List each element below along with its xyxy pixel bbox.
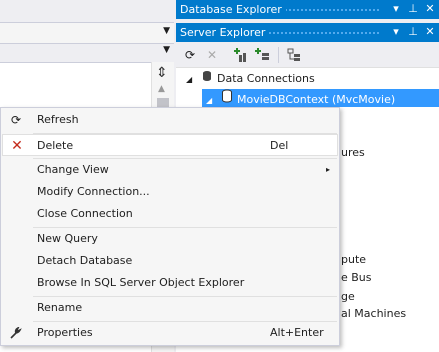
connect-to-server-icon[interactable] — [254, 47, 270, 63]
tree-item-partial-label: e Bus — [341, 271, 372, 284]
menu-item-new-query[interactable]: New Query — [2, 228, 338, 250]
moviedbcontext-label: MovieDBContext (MvcMovie) — [237, 93, 396, 106]
submenu-arrow-icon: ▸ — [325, 165, 330, 174]
server-explorer-title-bar[interactable]: Server Explorer ▾ ⊥ ✕ — [176, 23, 439, 42]
server-explorer-toolbar: ⟳ ✕ — [176, 42, 439, 68]
scroll-up-icon[interactable]: ▲ — [158, 84, 165, 94]
tree-item-data-connections[interactable]: ◢ Data Connections — [186, 70, 315, 88]
menu-item-refresh[interactable]: ⟳ Refresh — [2, 109, 338, 131]
menu-item-shortcut: Alt+Enter — [270, 326, 324, 339]
view-properties-icon[interactable] — [286, 47, 302, 63]
tree-item-moviedbcontext[interactable]: ◢ MovieDBContext (MvcMovie) — [202, 89, 439, 107]
menu-item-label: New Query — [37, 232, 98, 245]
menu-item-delete[interactable]: ✕ Delete Del — [2, 134, 338, 156]
menu-item-label: Browse In SQL Server Object Explorer — [37, 276, 245, 289]
menu-item-browse-sql-server-object-explorer[interactable]: Browse In SQL Server Object Explorer — [2, 272, 338, 294]
menu-item-detach-database[interactable]: Detach Database — [2, 250, 338, 272]
tree-item-partial-label: ge — [341, 290, 355, 303]
menu-item-label: Change View — [37, 163, 109, 176]
split-handle-icon[interactable]: ⇕ — [156, 66, 168, 80]
tree-item-partial-label: al Machines — [341, 307, 407, 320]
context-menu: ⟳ Refresh ✕ Delete Del Change View ▸ Mod… — [0, 107, 340, 346]
toolbar-separator — [278, 47, 279, 63]
close-icon[interactable]: ✕ — [425, 25, 435, 39]
expanded-arrow-icon[interactable]: ◢ — [186, 71, 196, 89]
server-explorer-title: Server Explorer — [180, 26, 270, 39]
editor-top-area — [0, 0, 174, 22]
menu-item-label: Delete — [37, 139, 74, 152]
window-position-dropdown-icon[interactable]: ▾ — [391, 2, 401, 16]
menu-item-rename[interactable]: Rename — [2, 297, 338, 319]
database-explorer-title: Database Explorer — [180, 3, 286, 16]
chevron-down-icon[interactable]: ▼ — [163, 26, 170, 36]
menu-item-label: Close Connection — [37, 207, 133, 220]
menu-item-shortcut: Del — [270, 139, 289, 152]
menu-item-label: Detach Database — [37, 254, 133, 267]
connect-to-database-icon[interactable] — [232, 47, 248, 63]
menu-item-label: Properties — [37, 326, 93, 339]
delete-x-icon: ✕ — [11, 138, 23, 154]
window-position-dropdown-icon[interactable]: ▾ — [391, 25, 401, 39]
menu-item-modify-connection[interactable]: Modify Connection... — [2, 181, 338, 203]
stop-icon[interactable]: ✕ — [204, 47, 220, 63]
wrench-icon — [6, 322, 26, 346]
menu-item-label: Modify Connection... — [37, 185, 150, 198]
editor-navigation-bar[interactable]: ▼ — [0, 22, 174, 44]
refresh-icon: ⟳ — [10, 113, 22, 127]
tree-item-partial-label: ures — [341, 146, 365, 159]
database-explorer-title-bar[interactable]: Database Explorer ▾ ⊥ ✕ — [176, 0, 439, 19]
pin-icon[interactable]: ⊥ — [408, 25, 418, 39]
refresh-icon[interactable]: ⟳ — [182, 47, 198, 63]
data-connections-label: Data Connections — [217, 72, 315, 85]
editor-member-bar[interactable]: ▼ — [0, 44, 174, 62]
menu-item-change-view[interactable]: Change View ▸ — [2, 159, 338, 181]
chevron-down-icon[interactable]: ▼ — [163, 45, 170, 55]
close-icon[interactable]: ✕ — [425, 2, 435, 16]
menu-item-properties[interactable]: Properties Alt+Enter — [2, 322, 338, 344]
data-connections-icon — [200, 70, 214, 89]
tree-item-partial-label: pute — [341, 253, 367, 266]
pin-icon[interactable]: ⊥ — [408, 2, 418, 16]
menu-item-label: Rename — [37, 301, 83, 314]
menu-item-label: Refresh — [37, 113, 79, 126]
menu-item-close-connection[interactable]: Close Connection — [2, 203, 338, 225]
